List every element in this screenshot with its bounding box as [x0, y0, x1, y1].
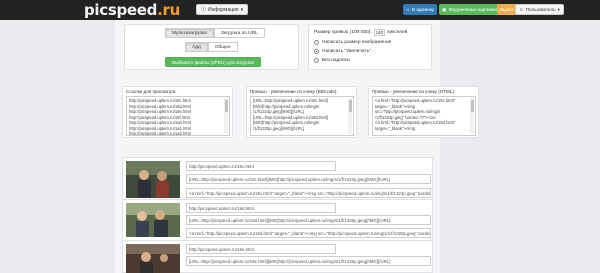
photo-image	[126, 244, 180, 273]
preview-size-unit: пикселей	[386, 30, 408, 35]
result-html-field[interactable]: <a href="http://picspeed.uplem.ru/19d.ht…	[186, 228, 431, 238]
user-icon: ☺	[519, 7, 524, 12]
result-row: http://picspeed.uplem.ru/19c.html [URL=h…	[122, 157, 433, 202]
info-icon: ⓘ	[201, 7, 207, 13]
user-dropdown[interactable]: ☺ Пользователь ▾	[515, 4, 564, 15]
subtab-general[interactable]: Общее	[207, 42, 238, 52]
bbcode-panel: Превью - увеличение по клику (BBCode): […	[246, 86, 357, 138]
scrollbar[interactable]	[224, 98, 228, 134]
upload-tabs: Мультизагрузка Загрузка по URL	[165, 28, 265, 38]
tab-url-upload[interactable]: Загрузка по URL	[213, 28, 265, 38]
result-bbcode-field[interactable]: [URL=http://picspeed.uplem.ru/19e.html][…	[186, 256, 431, 266]
result-html-field[interactable]: <a href="http://picspeed.uplem.ru/19c.ht…	[186, 188, 431, 198]
my-pictures-button[interactable]: ▣ Загруженные картинки	[439, 4, 500, 15]
preview-size-row: Размер превью (100-300): 140 пикселей	[314, 29, 407, 36]
radio-button[interactable]	[314, 58, 319, 63]
code-line: http://picspeed.uplem.ru/1a2.html	[129, 131, 191, 136]
scrollbar-thumb[interactable]	[470, 100, 474, 112]
info-dropdown-label: Информация	[208, 6, 239, 13]
my-pictures-button-label: Загруженные картинки	[448, 7, 497, 12]
radio-option-size[interactable]: Написать размер изображения	[314, 40, 391, 45]
radio-label: Без надписи	[322, 58, 350, 63]
code-line: <a href="http://picspeed.uplem.ru/19d.ht…	[375, 120, 456, 125]
brand-tld: .ru	[157, 1, 180, 19]
scrollbar[interactable]	[348, 98, 352, 134]
radio-button-selected[interactable]	[314, 49, 319, 54]
result-row: http://picspeed.uplem.ru/19e.html [URL=h…	[122, 240, 433, 273]
admin-button-label: В админку	[411, 7, 435, 12]
site-logo[interactable]: picspeed.ru	[84, 1, 180, 19]
image-icon: ▣	[442, 6, 447, 12]
result-bbcode-field[interactable]: [URL=http://picspeed.uplem.ru/19c.html][…	[186, 174, 431, 184]
user-dropdown-label: Пользователь	[525, 7, 556, 12]
tab-multi-upload[interactable]: Мультизагрузка	[165, 28, 214, 38]
navbar: picspeed.ru ⓘ Информация ▾ ⇨ В админку ▣ З…	[0, 0, 600, 20]
photo-image	[126, 203, 180, 237]
scrollbar-thumb[interactable]	[224, 100, 228, 112]
preview-size-input[interactable]: 140	[373, 29, 385, 36]
result-bbcode-field[interactable]: [URL=http://picspeed.uplem.ru/19d.html][…	[186, 215, 431, 225]
radio-option-none[interactable]: Без надписи	[314, 58, 350, 63]
select-files-button[interactable]: Выберите файлы (JPEG) для загрузки	[165, 57, 261, 67]
view-links-textarea[interactable]: http://picspeed.uplem.ru/19c.html http://…	[126, 96, 230, 136]
exit-button[interactable]: Выйти	[497, 4, 517, 15]
chevron-down-icon: ▾	[557, 6, 560, 12]
view-links-panel: Ссылки для просмотра: http://picspeed.up…	[122, 86, 233, 138]
html-code-title: Превью - увеличение по клику (HTML):	[372, 89, 456, 94]
chevron-down-icon: ▾	[240, 6, 244, 13]
info-dropdown[interactable]: ⓘ Информация ▾	[196, 4, 249, 15]
html-code-panel: Превью - увеличение по клику (HTML): <a …	[368, 86, 479, 138]
view-links-title: Ссылки для просмотра:	[126, 89, 177, 94]
arrow-icon: ⇨	[406, 6, 410, 12]
code-line: target="_blank"><img	[375, 125, 416, 131]
photo-image	[126, 161, 180, 198]
preview-options-panel: Размер превью (100-300): 140 пикселей На…	[308, 24, 432, 70]
subtab-add[interactable]: Адд	[185, 42, 208, 52]
code-line: <a href="http://picspeed.uplem.ru/19c.ht…	[375, 98, 456, 103]
radio-option-enlarge[interactable]: Написать "Увеличить"	[314, 49, 371, 54]
result-link-field[interactable]: http://picspeed.uplem.ru/19c.html	[186, 161, 336, 171]
bbcode-title: Превью - увеличение по клику (BBCode):	[250, 89, 338, 94]
bbcode-textarea[interactable]: [URL=http://picspeed.uplem.ru/19c.html][…	[250, 96, 354, 136]
html-code-textarea[interactable]: <a href="http://picspeed.uplem.ru/19c.ht…	[372, 96, 476, 136]
radio-label: Написать "Увеличить"	[322, 49, 371, 54]
brand-main: picspeed	[84, 1, 158, 19]
result-thumbnail[interactable]	[126, 244, 180, 273]
result-thumbnail[interactable]	[126, 203, 180, 237]
result-thumbnail[interactable]	[126, 161, 180, 198]
result-link-field[interactable]: http://picspeed.uplem.ru/19d.html	[186, 203, 336, 213]
exit-button-label: Выйти	[500, 7, 514, 12]
upload-panel: Мультизагрузка Загрузка по URL Адд Общее…	[124, 24, 299, 70]
code-line: /1/f/1325p.jpeg[/IMG][/URL]	[253, 125, 304, 131]
result-row: http://picspeed.uplem.ru/19d.html [URL=h…	[122, 199, 433, 241]
scrollbar-thumb[interactable]	[348, 100, 352, 112]
upload-subtabs: Адд Общее	[185, 42, 238, 52]
radio-button[interactable]	[314, 40, 319, 45]
preview-size-label: Размер превью (100-300):	[314, 30, 372, 35]
admin-button[interactable]: ⇨ В админку	[403, 4, 438, 15]
radio-label: Написать размер изображения	[322, 40, 392, 45]
result-link-field[interactable]: http://picspeed.uplem.ru/19e.html	[186, 244, 336, 254]
scrollbar[interactable]	[470, 98, 474, 134]
